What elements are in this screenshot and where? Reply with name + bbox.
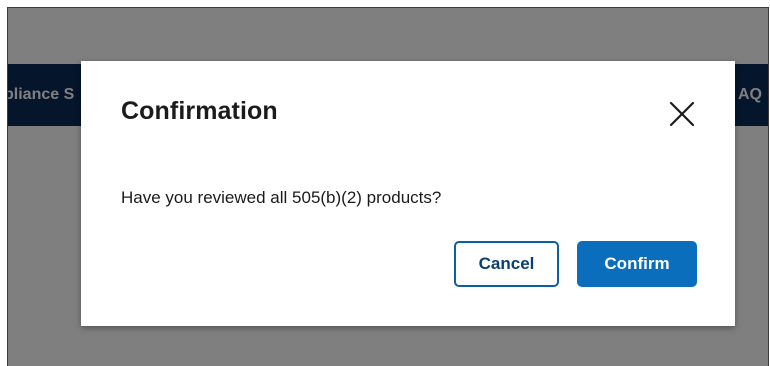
close-icon — [669, 101, 695, 127]
dialog-title: Confirmation — [121, 97, 278, 125]
confirm-button[interactable]: Confirm — [577, 241, 697, 287]
cancel-button[interactable]: Cancel — [454, 241, 559, 287]
dialog-message: Have you reviewed all 505(b)(2) products… — [121, 188, 442, 207]
close-button[interactable] — [667, 99, 697, 129]
app-frame: pliance S AQ Confirmation Have you revie… — [7, 7, 769, 366]
confirmation-dialog: Confirmation Have you reviewed all 505(b… — [81, 61, 735, 326]
